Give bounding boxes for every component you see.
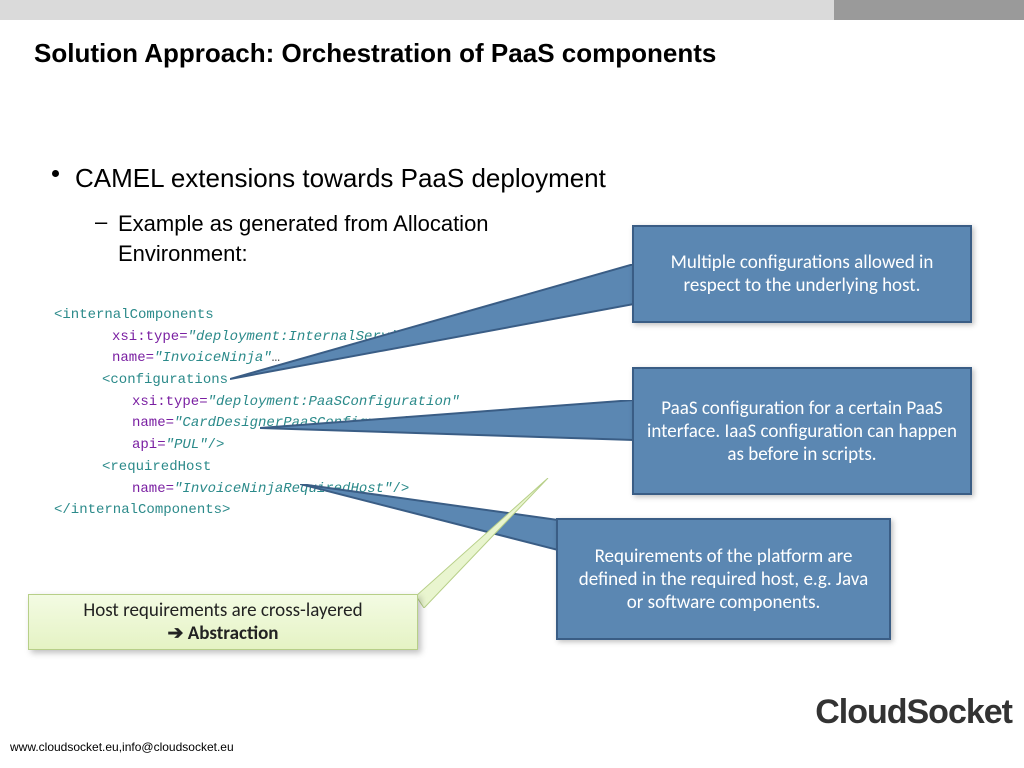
slide-title: Solution Approach: Orchestration of PaaS…	[34, 38, 716, 69]
greenbox-line2: Abstraction	[188, 622, 279, 645]
bullet-dot	[52, 170, 59, 177]
bullet-dash: –	[95, 209, 107, 235]
arrow-right-icon: ➔	[168, 622, 184, 645]
greenbox-line1: Host requirements are cross-layered	[83, 599, 362, 622]
greenbox-tail	[416, 478, 556, 608]
callout-tail-1	[230, 264, 634, 384]
greenbox-abstraction: Host requirements are cross-layered ➔ Ab…	[28, 594, 418, 650]
xml-open-internal: <internalComponents	[54, 307, 214, 323]
callout-multiple-configs: Multiple configurations allowed in respe…	[632, 225, 972, 323]
bullet-level1: CAMEL extensions towards PaaS deployment	[75, 163, 606, 194]
footer-url: www.cloudsocket.eu,info@cloudsocket.eu	[10, 740, 234, 754]
callout-paas-config: PaaS configuration for a certain PaaS in…	[632, 367, 972, 495]
bullet-level2: Example as generated from Allocation Env…	[118, 209, 568, 268]
cloudsocket-logo: CloudSocket	[815, 693, 1012, 732]
callout-tail-2	[260, 400, 634, 460]
top-bar-dark	[834, 0, 1024, 20]
callout-required-host: Requirements of the platform are defined…	[556, 518, 891, 640]
